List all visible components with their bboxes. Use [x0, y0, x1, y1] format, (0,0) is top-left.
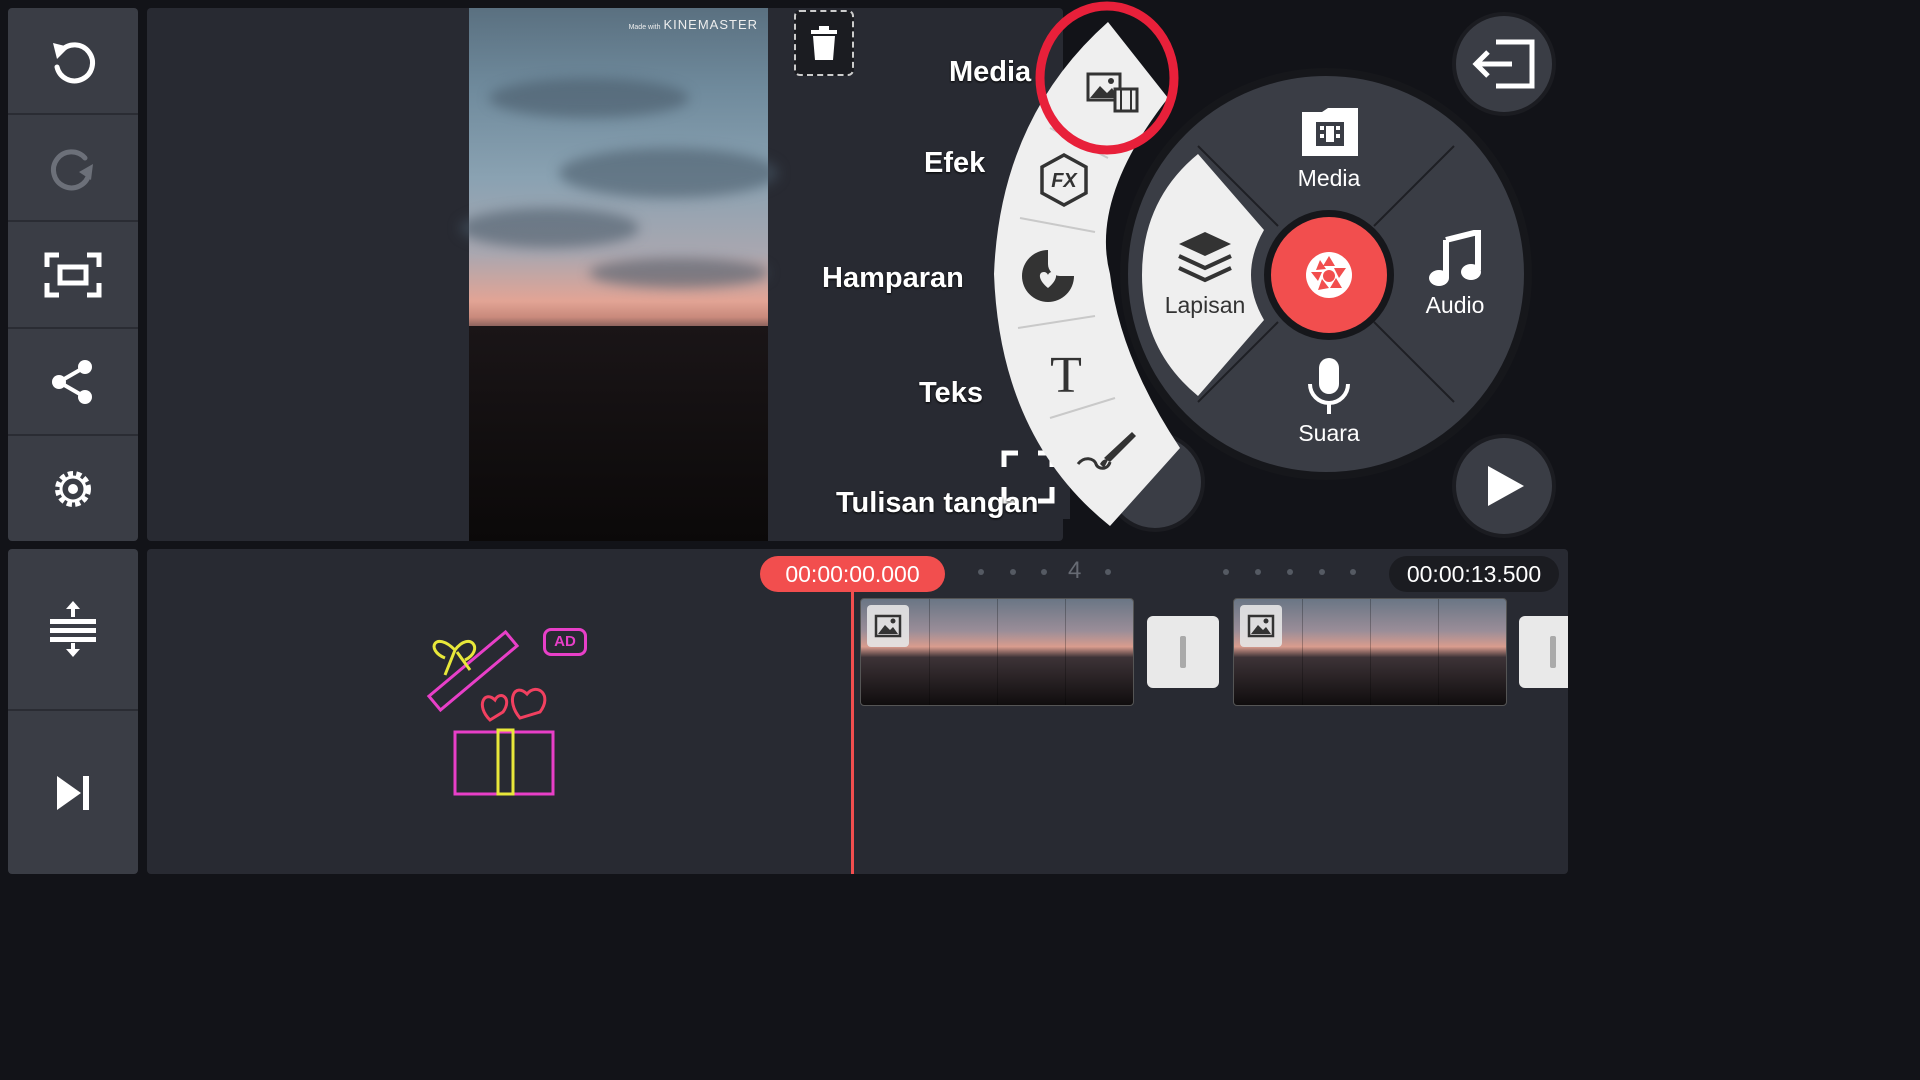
redo-button[interactable] — [8, 115, 138, 222]
submenu-label-effect: Efek — [924, 147, 986, 179]
skip-to-end-icon — [57, 775, 89, 810]
wheel-label-layer: Lapisan — [1164, 292, 1246, 318]
image-clip-icon — [867, 605, 909, 647]
svg-text:T: T — [1050, 348, 1082, 400]
horizon-silhouette — [469, 326, 768, 541]
submenu-text-button[interactable]: T — [1040, 347, 1092, 404]
expand-timeline-icon — [50, 601, 96, 657]
transition-button[interactable] — [1519, 616, 1568, 688]
expand-timeline-button[interactable] — [8, 549, 138, 711]
microphone-icon — [1308, 358, 1350, 414]
ad-badge: AD — [543, 628, 587, 656]
settings-button[interactable] — [8, 436, 138, 541]
timeline-toolbar — [8, 549, 138, 874]
share-icon — [52, 359, 92, 404]
undo-icon — [53, 41, 95, 83]
video-preview[interactable]: Made with KINEMASTER — [459, 8, 779, 541]
redo-icon — [51, 148, 93, 190]
submenu-label-overlay: Hamparan — [822, 262, 964, 294]
svg-text:FX: FX — [1051, 170, 1078, 192]
undo-button[interactable] — [8, 8, 138, 115]
video-clip[interactable] — [860, 598, 1134, 706]
fx-icon: FX — [1040, 153, 1088, 207]
wheel-label-media: Media — [1297, 165, 1361, 191]
settings-icon — [55, 470, 91, 507]
current-time[interactable]: 00:00:00.000 — [760, 556, 945, 592]
layers-icon — [1178, 232, 1232, 283]
playhead-line[interactable] — [851, 590, 854, 874]
text-t-icon: T — [1050, 347, 1082, 404]
trash-icon — [811, 26, 837, 60]
share-button[interactable] — [8, 329, 138, 436]
sticker-heart-icon — [1022, 250, 1074, 302]
music-note-icon — [1429, 230, 1481, 286]
video-clip[interactable] — [1233, 598, 1507, 706]
transition-button[interactable] — [1147, 616, 1219, 688]
wheel-label-audio: Audio — [1425, 292, 1485, 318]
camera-shutter-icon — [1306, 252, 1352, 298]
wheel-label-voice: Suara — [1298, 420, 1360, 446]
record-button[interactable] — [1264, 210, 1394, 340]
submenu-label-text: Teks — [919, 377, 983, 409]
submenu-label-handwriting: Tulisan tangan — [836, 487, 1039, 519]
submenu-effect-button[interactable]: FX — [1036, 152, 1092, 208]
media-folder-icon — [1302, 108, 1358, 156]
submenu-label-media: Media — [949, 56, 1032, 88]
skip-to-end-button[interactable] — [8, 711, 138, 874]
total-time: 00:00:13.500 — [1389, 556, 1559, 592]
timeline-marker: 4 — [1068, 557, 1082, 584]
submenu-overlay-button[interactable] — [1020, 248, 1076, 304]
watermark: Made with KINEMASTER — [628, 17, 758, 32]
image-clip-icon — [1240, 605, 1282, 647]
left-toolbar — [8, 8, 138, 541]
fullscreen-button[interactable] — [8, 222, 138, 329]
delete-button[interactable] — [794, 10, 854, 76]
fullscreen-icon — [44, 252, 102, 297]
